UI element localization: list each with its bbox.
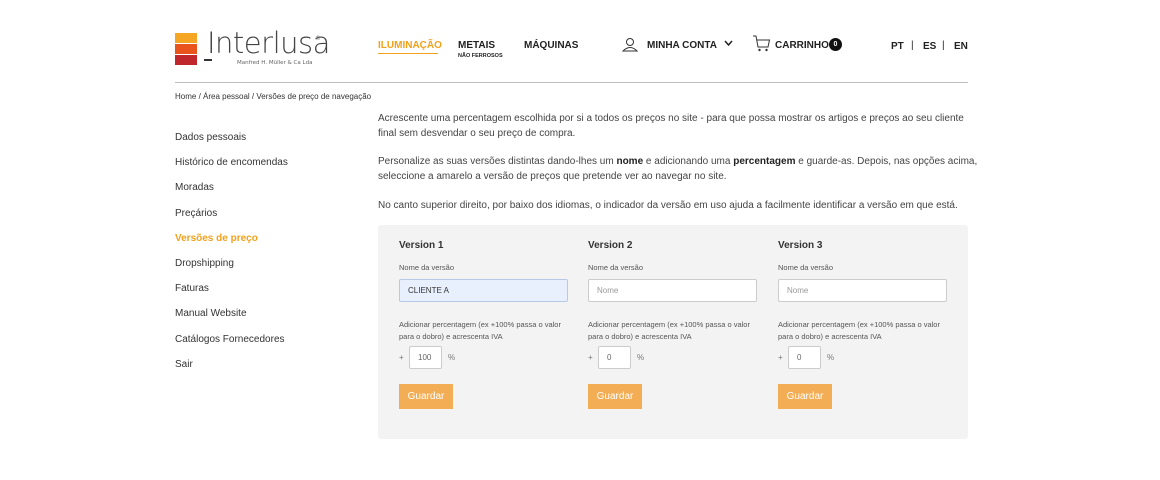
user-icon[interactable] [622, 37, 638, 52]
sidebar-item-historico[interactable]: Histórico de encomendas [175, 157, 365, 182]
percentage-description: Adicionar percentagem (ex +100% passa o … [588, 320, 750, 341]
percentage-input[interactable]: 100 [409, 346, 442, 369]
plus-sign: + [588, 353, 593, 362]
nav-iluminacao[interactable]: ILUMINAÇÃO [378, 40, 442, 51]
save-button[interactable]: Guardar [778, 384, 832, 409]
nav-active-underline [378, 53, 438, 54]
sidebar-item-precarios[interactable]: Preçários [175, 208, 365, 233]
cart-count-badge: 0 [829, 38, 842, 51]
nav-maquinas[interactable]: MÁQUINAS [524, 40, 578, 51]
version-title: Version 2 [588, 240, 633, 251]
sidebar-item-versoes-preco[interactable]: Versões de preço [175, 233, 365, 258]
sidebar-item-catalogos[interactable]: Catálogos Fornecedores [175, 334, 365, 359]
percent-sign: % [637, 353, 645, 362]
brand-logo[interactable]: Interlusa ® Manfred H. Müller & Ca Lda [175, 26, 330, 71]
version-name-label: Nome da versão [399, 263, 455, 272]
intro-paragraph-1: Acrescente uma percentagem escolhida por… [378, 113, 964, 139]
lang-separator: | [911, 40, 914, 51]
version-name-input[interactable]: Nome [588, 279, 757, 302]
percentage-description: Adicionar percentagem (ex +100% passa o … [399, 320, 561, 341]
sidebar-item-dropshipping[interactable]: Dropshipping [175, 258, 365, 283]
logo-wordmark: Interlusa [207, 26, 330, 60]
lang-pt[interactable]: PT [891, 41, 904, 52]
version-card-3: Version 3 Nome da versão Nome Adicionar … [778, 225, 948, 439]
sidebar-item-manual-website[interactable]: Manual Website [175, 308, 365, 333]
account-sidebar: Dados pessoais Histórico de encomendas M… [175, 132, 365, 384]
version-name-label: Nome da versão [778, 263, 834, 272]
percent-sign: % [827, 353, 835, 362]
version-name-input[interactable]: Nome [778, 279, 947, 302]
intro-paragraph-2: Personalize as suas versões distintas da… [378, 156, 978, 182]
nav-metais[interactable]: METAIS [458, 40, 495, 51]
intro-paragraph-3: No canto superior direito, por baixo dos… [378, 200, 958, 211]
percentage-input[interactable]: 0 [598, 346, 631, 369]
plus-sign: + [399, 353, 404, 362]
price-versions-panel: Version 1 Nome da versão CLIENTE A Adici… [378, 225, 968, 439]
breadcrumb[interactable]: Home / Área pessoal / Versões de preço d… [175, 92, 371, 101]
logo-subtitle: Manfred H. Müller & Ca Lda [237, 60, 313, 66]
version-title: Version 1 [399, 240, 444, 251]
save-button[interactable]: Guardar [399, 384, 453, 409]
lang-en[interactable]: EN [954, 41, 968, 52]
plus-sign: + [778, 353, 783, 362]
header-divider [175, 82, 968, 83]
percent-sign: % [448, 353, 456, 362]
version-title: Version 3 [778, 240, 823, 251]
percentage-input[interactable]: 0 [788, 346, 821, 369]
site-header: Interlusa ® Manfred H. Müller & Ca Lda I… [0, 0, 1160, 83]
sidebar-item-sair[interactable]: Sair [175, 359, 365, 384]
logo-registered-mark: ® [315, 35, 321, 42]
save-button[interactable]: Guardar [588, 384, 642, 409]
sidebar-item-moradas[interactable]: Moradas [175, 182, 365, 207]
version-name-label: Nome da versão [588, 263, 644, 272]
version-card-2: Version 2 Nome da versão Nome Adicionar … [588, 225, 758, 439]
nav-metais-subtitle: NÃO FERROSOS [458, 53, 503, 59]
logo-mark [175, 33, 197, 65]
percentage-description: Adicionar percentagem (ex +100% passa o … [778, 320, 940, 341]
cart-icon[interactable] [752, 34, 771, 53]
cart-link[interactable]: CARRINHO [775, 40, 829, 51]
account-link[interactable]: MINHA CONTA [647, 40, 717, 51]
sidebar-item-dados-pessoais[interactable]: Dados pessoais [175, 132, 365, 157]
version-card-1: Version 1 Nome da versão CLIENTE A Adici… [399, 225, 569, 439]
lang-es[interactable]: ES [923, 41, 936, 52]
version-name-input[interactable]: CLIENTE A [399, 279, 568, 302]
lang-separator: | [942, 40, 945, 51]
chevron-down-icon[interactable] [724, 40, 733, 47]
sidebar-item-faturas[interactable]: Faturas [175, 283, 365, 308]
